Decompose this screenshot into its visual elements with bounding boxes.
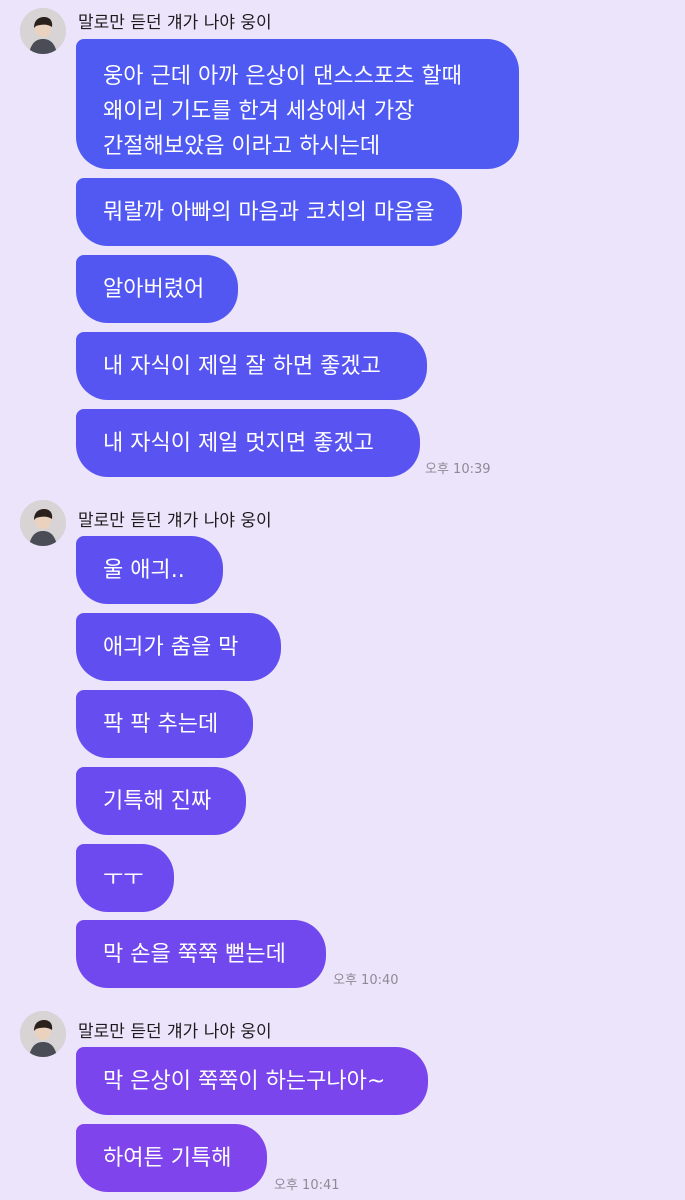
message-bubble[interactable]: 알아버렸어 xyxy=(76,255,238,323)
message-text: 기특해 진짜 xyxy=(103,788,212,814)
message-bubble[interactable]: 막 손을 쭉쭉 뻗는데 xyxy=(76,920,326,988)
message-text: 뭐랄까 아빠의 마음과 코치의 마음을 xyxy=(103,199,435,225)
sender-name: 말로만 듣던 걔가 나야 웅이 xyxy=(78,511,272,531)
message-text: 웅아 근데 아까 은상이 댄스스포츠 할때 왜이리 기도를 한겨 세상에서 가장… xyxy=(103,64,462,159)
sender-name: 말로만 듣던 걔가 나야 웅이 xyxy=(78,13,272,33)
message-text: 울 애긔.. xyxy=(103,557,185,583)
message-text: 내 자식이 제일 잘 하면 좋겠고 xyxy=(103,353,381,379)
message-text: 막 손을 쭉쭉 뻗는데 xyxy=(103,941,286,967)
message-bubble[interactable]: 웅아 근데 아까 은상이 댄스스포츠 할때 왜이리 기도를 한겨 세상에서 가장… xyxy=(76,39,519,169)
message-bubble[interactable]: 기특해 진짜 xyxy=(76,767,246,835)
message-bubble[interactable]: 뭐랄까 아빠의 마음과 코치의 마음을 xyxy=(76,178,462,246)
timestamp: 오후 10:39 xyxy=(425,462,491,477)
profile-photo-icon[interactable] xyxy=(20,8,66,54)
message-text: 애긔가 춤을 막 xyxy=(103,634,239,660)
timestamp: 오후 10:40 xyxy=(333,973,399,988)
message-bubble[interactable]: ㅜㅜ xyxy=(76,844,174,912)
message-bubble[interactable]: 팍 팍 추는데 xyxy=(76,690,253,758)
message-text: 하여튼 기특해 xyxy=(103,1145,232,1171)
message-bubble[interactable]: 막 은상이 쭉쭉이 하는구나아~ xyxy=(76,1047,428,1115)
timestamp: 오후 10:41 xyxy=(274,1178,340,1193)
message-bubble[interactable]: 하여튼 기특해 xyxy=(76,1124,267,1192)
message-bubble[interactable]: 애긔가 춤을 막 xyxy=(76,613,281,681)
message-bubble[interactable]: 내 자식이 제일 잘 하면 좋겠고 xyxy=(76,332,427,400)
message-text: 내 자식이 제일 멋지면 좋겠고 xyxy=(103,430,374,456)
message-text: ㅜㅜ xyxy=(103,865,144,891)
message-text: 알아버렸어 xyxy=(103,276,205,302)
chat-screen: { "sender_name": "말로만 듣던 걔가 나야 웅이", "ico… xyxy=(0,0,685,1200)
message-bubble[interactable]: 내 자식이 제일 멋지면 좋겠고 xyxy=(76,409,420,477)
message-bubble[interactable]: 울 애긔.. xyxy=(76,536,223,604)
message-text: 팍 팍 추는데 xyxy=(103,711,219,737)
profile-photo-icon[interactable] xyxy=(20,500,66,546)
profile-photo-icon[interactable] xyxy=(20,1011,66,1057)
sender-name: 말로만 듣던 걔가 나야 웅이 xyxy=(78,1022,272,1042)
message-text: 막 은상이 쭉쭉이 하는구나아~ xyxy=(103,1068,386,1094)
